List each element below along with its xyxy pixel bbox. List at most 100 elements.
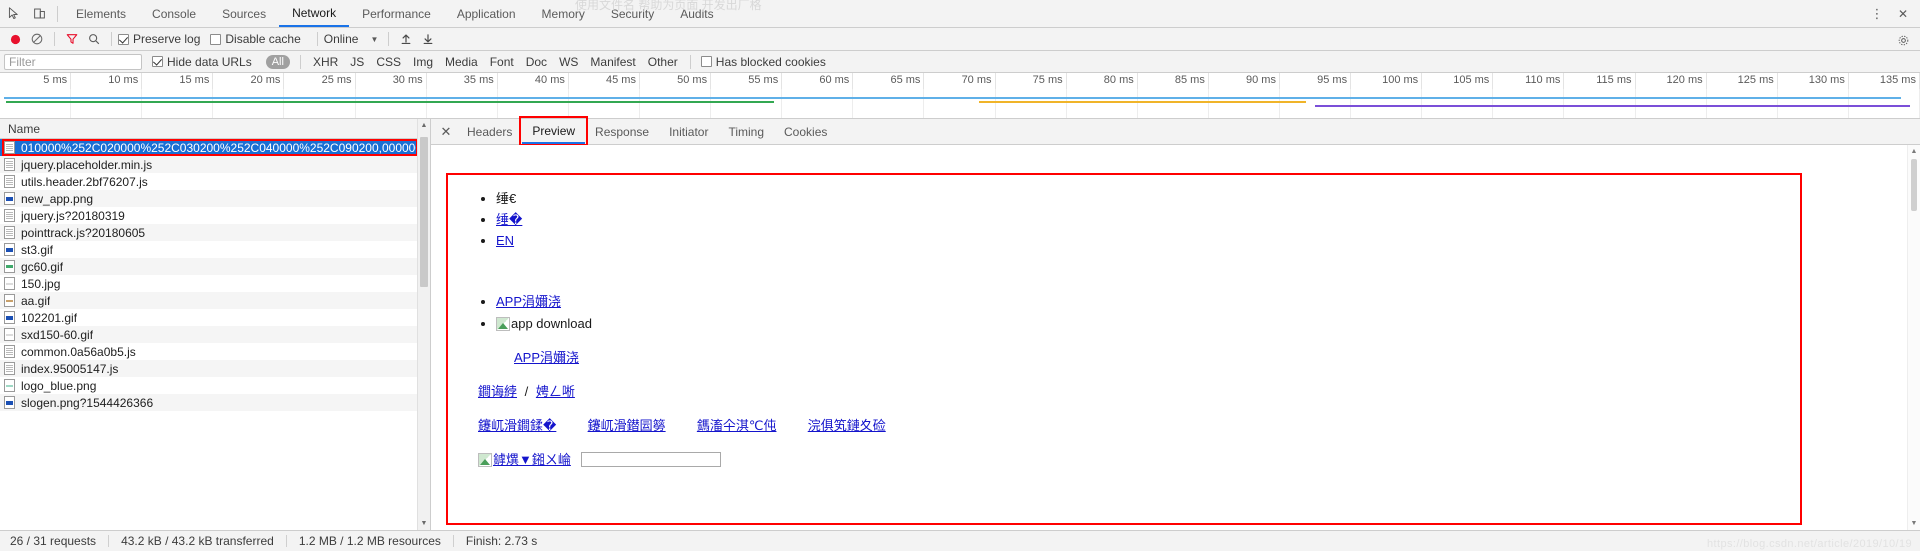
filter-type-img[interactable]: Img [407,55,439,69]
filter-input[interactable]: Filter [4,53,142,70]
tab-audits[interactable]: Audits [667,0,726,27]
preview-iframe[interactable]: 缍€ 缍� EN APP涓嬭浇 [446,173,1802,525]
filter-divider [299,54,301,69]
network-settings-gear-icon[interactable] [1892,30,1914,50]
nav-link-4[interactable]: 浣俱笂鏈夊硷 [808,418,886,433]
scrollbar-thumb[interactable] [1911,159,1917,211]
register-link[interactable]: 娉ㄥ唽 [536,384,575,399]
filter-type-all[interactable]: All [265,54,290,69]
status-resources: 1.2 MB / 1.2 MB resources [298,534,441,548]
filter-type-media[interactable]: Media [439,55,484,69]
tab-network[interactable]: Network [279,0,350,27]
request-row[interactable]: new_app.png [0,190,430,207]
request-row[interactable]: st3.gif [0,241,430,258]
lang-link-en[interactable]: EN [496,233,514,248]
request-row[interactable]: 102201.gif [0,309,430,326]
tab-security[interactable]: Security [598,0,667,27]
import-har-icon[interactable] [395,29,417,49]
detail-tab-preview[interactable]: Preview [519,116,588,146]
tab-memory[interactable]: Memory [529,0,598,27]
filter-type-xhr[interactable]: XHR [307,55,344,69]
request-row[interactable]: 150.jpg [0,275,430,292]
tab-elements[interactable]: Elements [63,0,139,27]
inspect-element-icon[interactable] [0,1,26,27]
has-blocked-cookies-box [700,56,712,67]
timeline-tick: 80 ms [1067,73,1138,89]
detail-tab-timing[interactable]: Timing [718,119,774,144]
app-download-alt-text: app download [511,315,592,331]
watermark-text: https://blog.csdn.net/article/2019/10/19 [1707,538,1912,550]
detail-tab-headers[interactable]: Headers [457,119,522,144]
request-row[interactable]: logo_blue.png [0,377,430,394]
request-row[interactable]: jquery.js?20180319 [0,207,430,224]
scroll-down-icon[interactable]: ▼ [418,517,430,530]
filter-type-other[interactable]: Other [642,55,684,69]
request-row[interactable]: gc60.gif [0,258,430,275]
hide-data-urls-checkbox[interactable]: Hide data URLs [152,55,252,69]
request-row[interactable]: aa.gif [0,292,430,309]
nav-link-2[interactable]: 鑳屼滑鐟囩簩 [588,418,666,433]
request-row[interactable]: pointtrack.js?20180605 [0,224,430,241]
device-toolbar-icon[interactable] [26,1,52,27]
tab-performance[interactable]: Performance [349,0,444,27]
filter-type-css[interactable]: CSS [370,55,407,69]
close-devtools-icon[interactable]: ✕ [1890,1,1916,27]
network-overview-timeline[interactable]: 5 ms 10 ms 15 ms 20 ms 25 ms 30 ms 35 ms 40 ms 4… [0,73,1920,119]
has-blocked-cookies-checkbox[interactable]: Has blocked cookies [700,55,826,69]
detail-tab-response[interactable]: Response [585,119,659,144]
request-row[interactable]: slogen.png?1544426366 [0,394,430,411]
timeline-gridline [711,89,783,118]
timeline-tick-label: 100 ms [1382,74,1419,86]
tab-console[interactable]: Console [139,0,209,27]
tab-application[interactable]: Application [444,0,529,27]
nav-link-1[interactable]: 鑳屼滑鐧鍒� [478,418,556,433]
request-row[interactable]: utils.header.2bf76207.js [0,173,430,190]
scroll-up-icon[interactable]: ▲ [418,119,430,132]
filter-type-font[interactable]: Font [484,55,520,69]
filter-toggle-icon[interactable] [61,29,83,49]
filter-type-js[interactable]: JS [344,55,370,69]
filter-type-manifest[interactable]: Manifest [584,55,641,69]
disable-cache-checkbox[interactable]: Disable cache [210,32,301,46]
search-scope-link[interactable]: 鎼熼▼鎺ㄨ崘 [493,452,571,467]
list-item: app download [496,314,1800,334]
list-item: EN [496,231,1800,251]
filter-type-ws[interactable]: WS [553,55,584,69]
more-options-icon[interactable]: ⋮ [1864,1,1890,27]
detail-tab-initiator[interactable]: Initiator [659,119,718,144]
scroll-down-icon[interactable]: ▼ [1908,517,1920,530]
clear-button[interactable] [26,29,48,49]
hide-data-urls-label: Hide data URLs [167,54,252,69]
request-row[interactable]: 010000%252C020000%252C030200%252C040000%… [0,139,430,156]
record-button[interactable] [4,29,26,49]
close-detail-icon[interactable]: ✕ [435,121,457,143]
request-name: 102201.gif [21,310,78,325]
lang-link-2[interactable]: 缍� [496,212,522,227]
scroll-up-icon[interactable]: ▲ [1908,145,1920,158]
timeline-gridline [0,89,72,118]
nav-link-3[interactable]: 鎷滀仐淇℃伅 [697,418,777,433]
filter-divider [689,54,691,69]
login-link[interactable]: 鐧诲綍 [478,384,517,399]
detail-tab-cookies[interactable]: Cookies [774,119,837,144]
detail-tabbar: ✕ Headers Preview Response Initiator Tim… [431,116,1920,146]
filter-type-doc[interactable]: Doc [520,55,553,69]
request-list-header[interactable]: Name [0,119,430,139]
tab-sources[interactable]: Sources [209,0,279,27]
request-row[interactable]: jquery.placeholder.min.js [0,156,430,173]
request-list-scrollbar[interactable]: ▲ ▼ [417,119,430,530]
scrollbar-thumb[interactable] [420,137,428,287]
request-row[interactable]: sxd150-60.gif [0,326,430,343]
preview-scrollbar[interactable]: ▲ ▼ [1907,145,1920,530]
timeline-tick: 130 ms [1778,73,1849,89]
app-download-link-2[interactable]: APP涓嬭浇 [514,350,579,365]
request-row[interactable]: index.95005147.js [0,360,430,377]
network-filter-bar: Filter Hide data URLs All XHR JS CSS Img… [0,51,1920,73]
export-har-icon[interactable] [417,29,439,49]
throttling-select[interactable]: Online ▼ [324,32,379,46]
preview-search-input[interactable] [580,452,721,468]
preserve-log-checkbox[interactable]: Preserve log [118,32,200,46]
app-download-link[interactable]: APP涓嬭浇 [496,294,561,309]
search-icon[interactable] [83,29,105,49]
request-row[interactable]: common.0a56a0b5.js [0,343,430,360]
